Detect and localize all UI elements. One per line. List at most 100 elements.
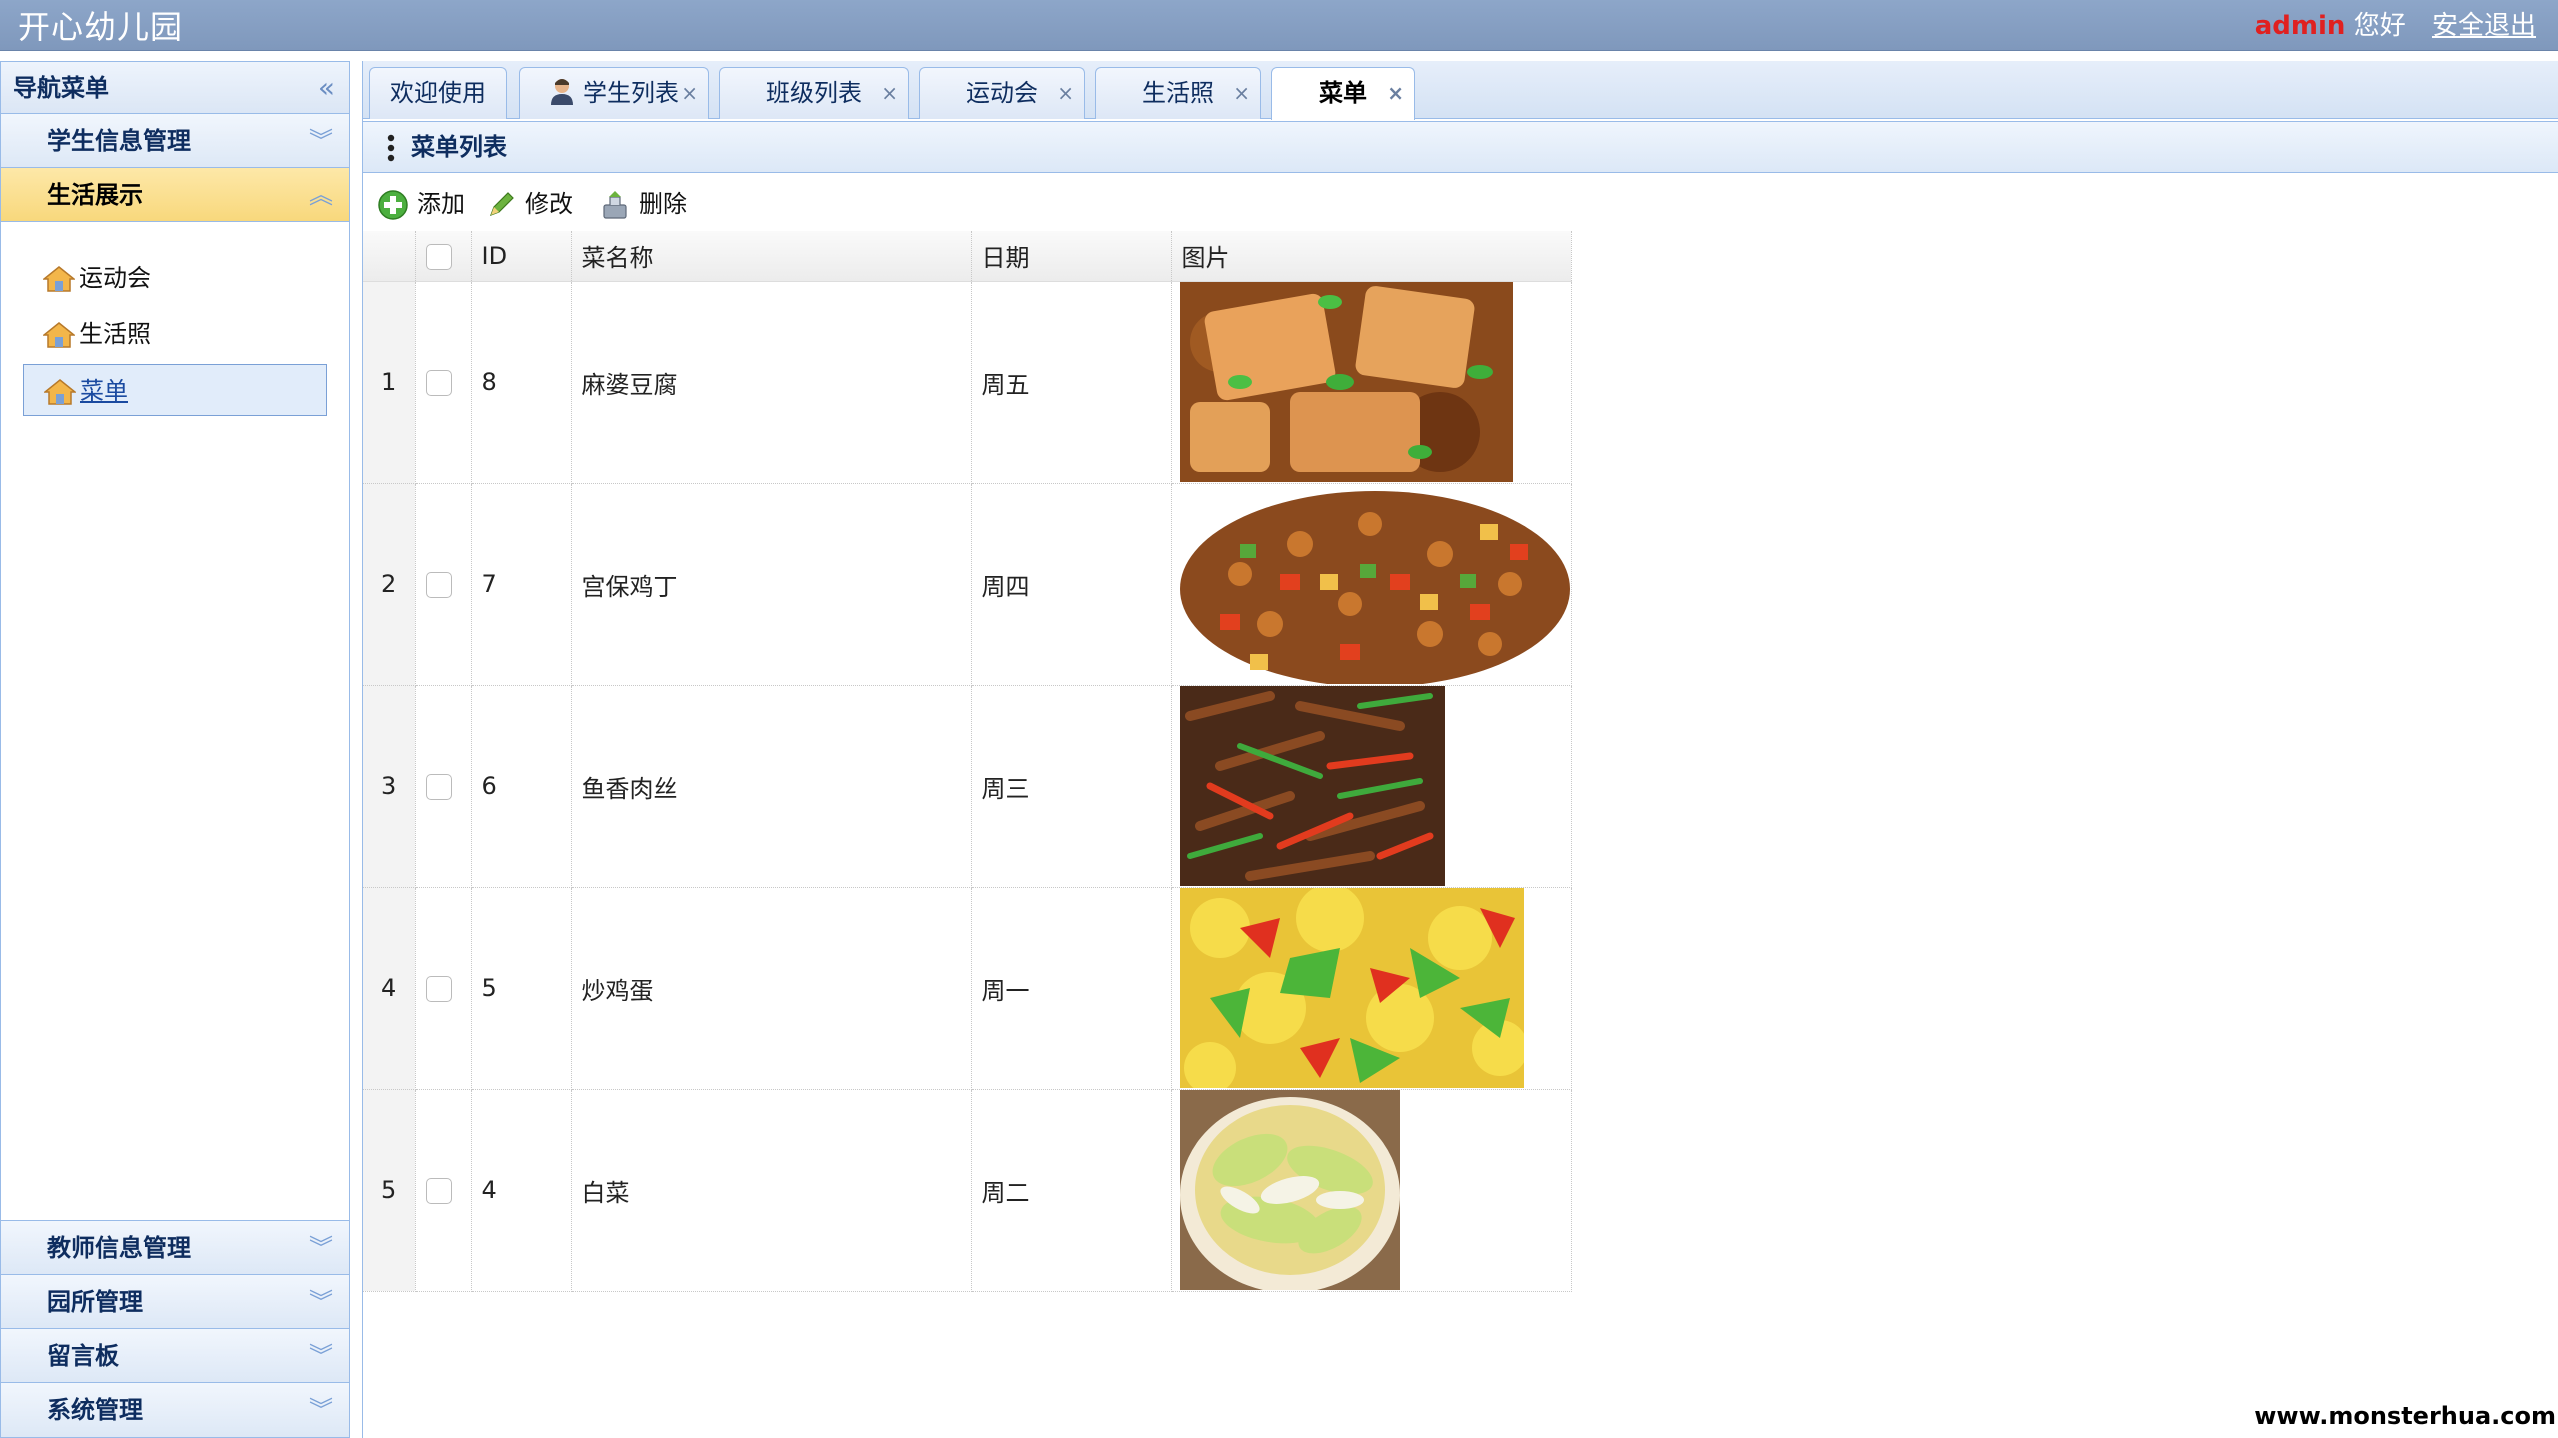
id-cell: 4	[471, 1089, 572, 1292]
column-header[interactable]: 图片	[1171, 231, 1572, 282]
delete-icon	[603, 191, 627, 219]
row-select-cell	[415, 1089, 472, 1292]
home-icon	[44, 379, 76, 405]
main-content: 欢迎使用 学生列表 × 班级列表 × 运动会 × 生活照 × 菜单 × 菜单列表…	[362, 61, 2558, 1438]
select-all-checkbox[interactable]	[425, 243, 452, 270]
row-number: 4	[363, 887, 416, 1090]
tab-welcome[interactable]: 欢迎使用	[369, 67, 507, 119]
dish-name-cell: 白菜	[571, 1089, 972, 1292]
tab-label: 班级列表	[766, 79, 862, 107]
image-cell	[1171, 483, 1572, 686]
rownumber-header	[363, 231, 416, 282]
tab-class-list[interactable]: 班级列表 ×	[719, 67, 909, 119]
accordion-label: 园所管理	[47, 1288, 143, 1316]
select-all-cell	[415, 231, 472, 282]
close-icon[interactable]: ×	[881, 68, 898, 118]
tree-item-label: 生活照	[79, 320, 151, 348]
expand-down-icon[interactable]: ︾	[309, 1275, 333, 1329]
accordion-message-board[interactable]: 留言板 ︾	[1, 1329, 349, 1383]
column-header[interactable]: 日期	[971, 231, 1172, 282]
accordion-student-info[interactable]: 学生信息管理 ︾	[1, 114, 349, 168]
row-select-cell	[415, 887, 472, 1090]
watermark: www.monsterhua.com	[2238, 1398, 2558, 1438]
tab-life-photos[interactable]: 生活照 ×	[1095, 67, 1261, 119]
tab-label: 运动会	[966, 79, 1038, 107]
tab-label: 菜单	[1319, 79, 1367, 107]
tree-item-label: 菜单	[80, 377, 128, 405]
scrambled-eggs-photo	[1179, 888, 1524, 1088]
accordion-label: 教师信息管理	[47, 1234, 191, 1262]
day-cell: 周四	[971, 483, 1172, 686]
yuxiang-pork-photo	[1179, 686, 1445, 886]
tab-sports-day[interactable]: 运动会 ×	[919, 67, 1085, 119]
greeting-text: 您好	[2353, 11, 2406, 41]
delete-button[interactable]: 删除	[599, 181, 687, 227]
table-row[interactable]: 4 5 炒鸡蛋 周一	[363, 887, 1572, 1090]
row-number: 2	[363, 483, 416, 686]
row-number: 3	[363, 685, 416, 888]
panel-title: 菜单列表	[411, 133, 507, 161]
row-select-cell	[415, 685, 472, 888]
expand-down-icon[interactable]: ︾	[309, 1383, 333, 1437]
row-checkbox[interactable]	[425, 774, 452, 800]
id-cell: 5	[471, 887, 572, 1090]
id-cell: 8	[471, 281, 572, 484]
table-header-row: ID 菜名称 日期 图片	[363, 231, 1572, 282]
sidebar-bottom-sections: 教师信息管理 ︾ 园所管理 ︾ 留言板 ︾ 系统管理 ︾	[1, 1220, 349, 1437]
image-cell	[1171, 1089, 1572, 1292]
cabbage-photo	[1179, 1090, 1400, 1290]
row-number: 1	[363, 281, 416, 484]
tree-item-sports-day[interactable]: 运动会	[23, 252, 327, 304]
close-icon[interactable]: ×	[681, 68, 698, 118]
user-name: admin	[2254, 11, 2346, 41]
id-cell: 6	[471, 685, 572, 888]
accordion-school-management[interactable]: 园所管理 ︾	[1, 1275, 349, 1329]
row-select-cell	[415, 281, 472, 484]
add-button[interactable]: 添加	[377, 181, 465, 227]
edit-button[interactable]: 修改	[485, 181, 573, 227]
image-cell	[1171, 281, 1572, 484]
expand-down-icon[interactable]: ︾	[309, 114, 333, 168]
life-display-tree: 运动会 生活照 菜单	[1, 222, 349, 416]
tree-item-label: 运动会	[79, 264, 151, 292]
table-row[interactable]: 3 6 鱼香肉丝 周三	[363, 685, 1572, 888]
row-checkbox[interactable]	[425, 1178, 452, 1204]
tab-menu[interactable]: 菜单 ×	[1271, 67, 1415, 120]
tab-label: 生活照	[1142, 79, 1214, 107]
expand-down-icon[interactable]: ︾	[309, 1221, 333, 1275]
tree-item-life-photos[interactable]: 生活照	[23, 308, 327, 360]
image-cell	[1171, 685, 1572, 888]
row-checkbox[interactable]	[425, 370, 452, 396]
column-header[interactable]: ID	[471, 231, 572, 282]
close-icon[interactable]: ×	[1233, 68, 1250, 118]
table-row[interactable]: 5 4 白菜 周二	[363, 1089, 1572, 1292]
close-icon[interactable]: ×	[1057, 68, 1074, 118]
kung-pao-chicken-photo	[1179, 484, 1571, 684]
row-checkbox[interactable]	[425, 572, 452, 598]
tab-student-list[interactable]: 学生列表 ×	[519, 67, 709, 119]
row-checkbox[interactable]	[425, 976, 452, 1002]
accordion-system-management[interactable]: 系统管理 ︾	[1, 1383, 349, 1437]
tree-item-menu[interactable]: 菜单	[23, 364, 327, 416]
tab-bar: 欢迎使用 学生列表 × 班级列表 × 运动会 × 生活照 × 菜单 ×	[363, 61, 2558, 120]
column-header[interactable]: 菜名称	[571, 231, 972, 282]
row-select-cell	[415, 483, 472, 686]
accordion-label: 留言板	[47, 1342, 119, 1370]
sidebar: 导航菜单 « 学生信息管理 ︾ 生活展示 ︽ 运动会 生活照 菜单 教师信息管理…	[0, 61, 350, 1438]
collapse-up-icon[interactable]: ︽	[309, 168, 333, 222]
logout-link[interactable]: 安全退出	[2432, 11, 2536, 41]
expand-down-icon[interactable]: ︾	[309, 1329, 333, 1383]
table-row[interactable]: 2 7 宫保鸡丁 周四	[363, 483, 1572, 686]
accordion-life-display[interactable]: 生活展示 ︽	[1, 168, 349, 222]
day-cell: 周一	[971, 887, 1172, 1090]
sidebar-title: 导航菜单	[13, 74, 109, 102]
accordion-teacher-info[interactable]: 教师信息管理 ︾	[1, 1221, 349, 1275]
user-area: admin 您好 安全退出	[2255, 5, 2536, 42]
table-row[interactable]: 1 8 麻婆豆腐 周五	[363, 281, 1572, 484]
close-icon[interactable]: ×	[1387, 68, 1404, 118]
more-vertical-icon	[387, 134, 395, 162]
accordion-label: 系统管理	[47, 1396, 143, 1424]
collapse-left-icon[interactable]: «	[318, 62, 335, 114]
accordion-label: 学生信息管理	[47, 127, 191, 155]
add-label: 添加	[417, 190, 465, 218]
